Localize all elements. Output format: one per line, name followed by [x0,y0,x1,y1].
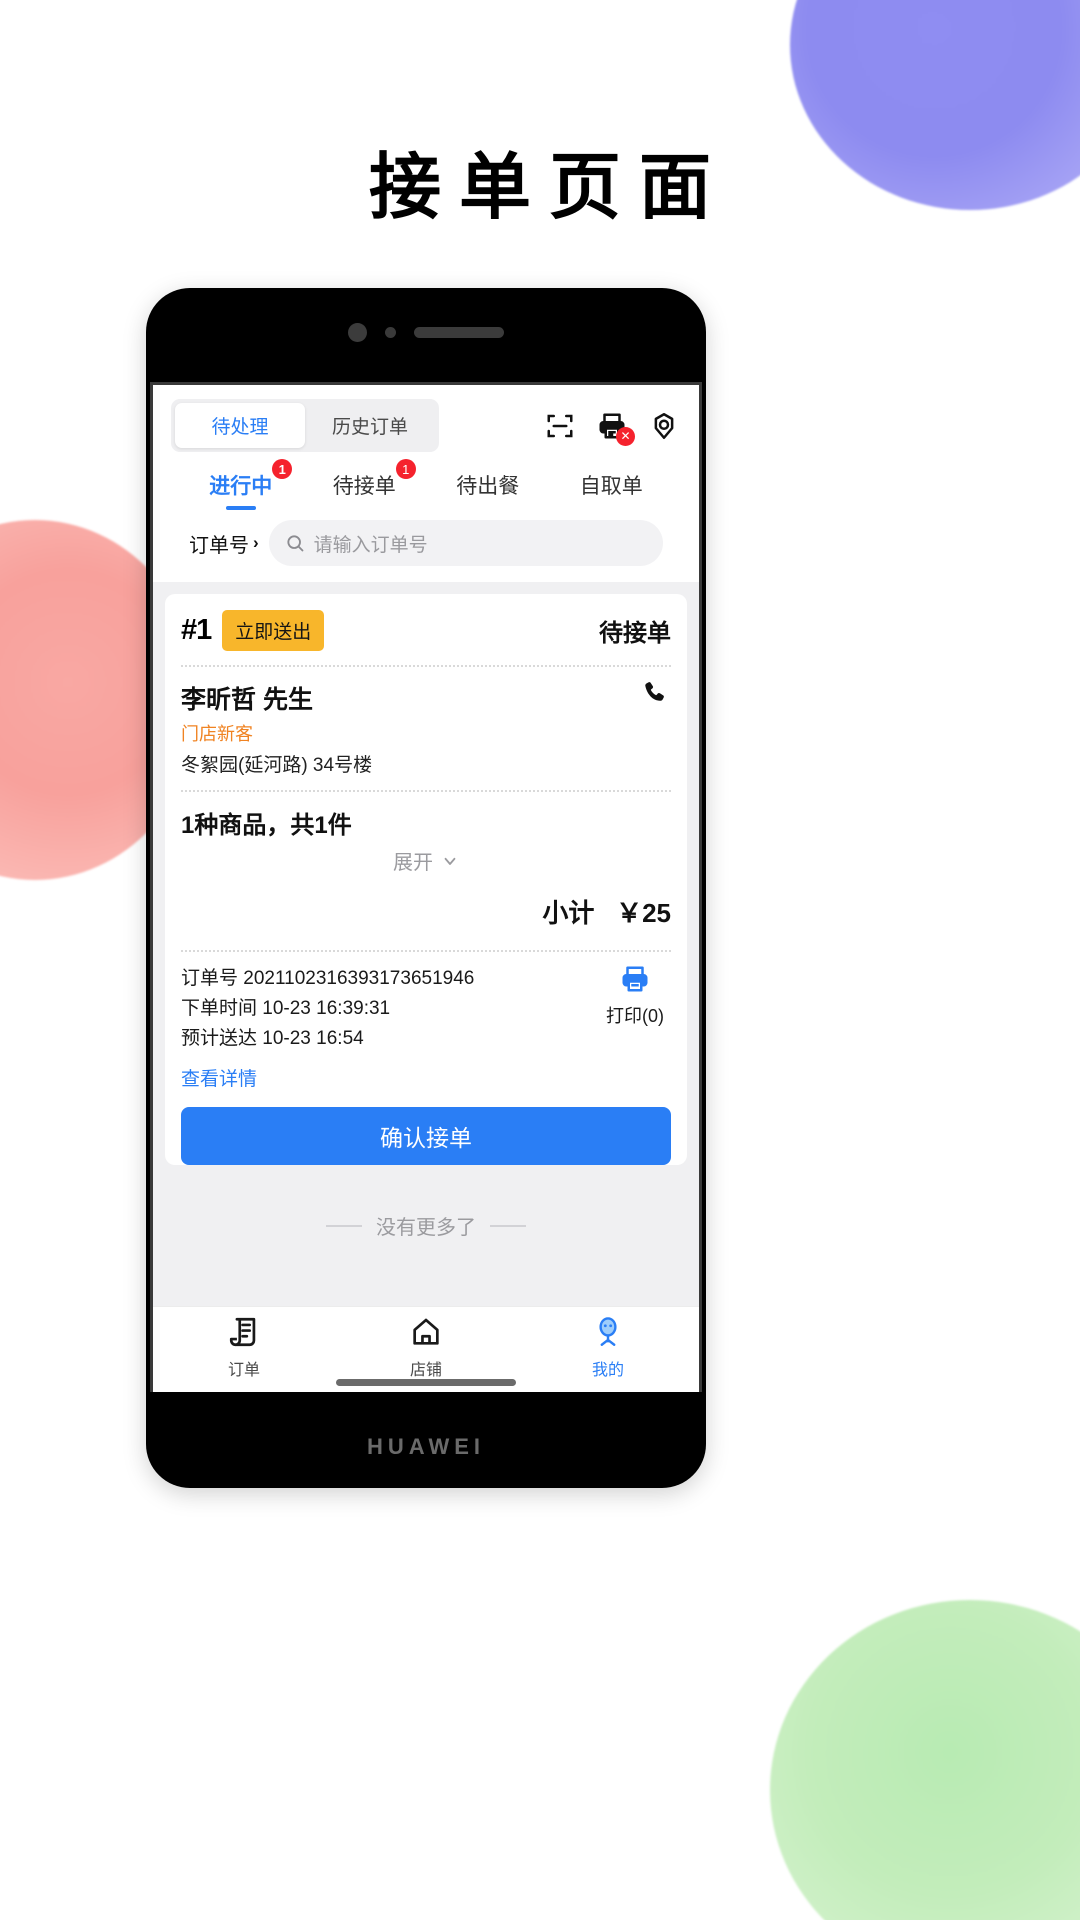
receipt-icon [229,1317,256,1347]
order-number-line: 订单号 2021102316393173651946 [181,968,475,989]
tab-pending-accept-label: 待接单 1 [333,459,416,500]
nav-orders-label: 订单 [227,1362,260,1379]
search-icon [287,535,304,552]
phone-screen: 待处理 历史订单 ✕ 进行中 1 待接单 1 待出餐 自取单 订单号 › 请输入… [150,382,702,1392]
order-status-tabs: 进行中 1 待接单 1 待出餐 自取单 [171,452,681,514]
home-icon [413,1318,439,1345]
printer-error-badge: ✕ [616,426,635,446]
phone-sensor-row [146,320,706,344]
no-more-line-right [490,1224,526,1227]
goods-section: 1种商品，共1件 展开 小计 ￥25 [181,792,671,950]
search-key-selector[interactable]: 订单号 › [189,529,259,558]
no-more-line-left [326,1224,362,1227]
order-time-line: 下单时间 10-23 16:39:31 [181,998,391,1020]
print-icon [622,966,648,992]
order-sequence-number: #1 [181,614,212,646]
view-detail-link[interactable]: 查看详情 [181,1064,257,1091]
order-meta-section: 订单号 2021102316393173651946 下单时间 10-23 16… [181,952,671,1101]
segment-pending[interactable]: 待处理 [175,403,305,448]
home-indicator[interactable] [336,1379,516,1386]
nav-item-mine[interactable]: 我的 [517,1315,699,1380]
person-icon [599,1317,617,1346]
goods-summary: 1种商品，共1件 [181,812,352,839]
phone-mockup: 待处理 历史订单 ✕ 进行中 1 待接单 1 待出餐 自取单 订单号 › 请输入… [146,288,706,1488]
nav-item-orders[interactable]: 订单 [153,1315,335,1380]
print-label: 打印(0) [606,1006,664,1026]
confirm-accept-button[interactable]: 确认接单 [181,1107,671,1166]
send-now-badge: 立即送出 [222,610,325,651]
nav-mine-label: 我的 [591,1362,624,1379]
device-brand-label: HUAWEI [367,1434,485,1459]
print-button[interactable]: 打印(0) [599,964,671,1028]
tab-pending-meal-label: 待出餐 [456,475,520,498]
chevron-down-icon [444,857,456,865]
goods-expand-toggle[interactable]: 展开 [181,846,671,875]
tab-pending-meal[interactable]: 待出餐 [426,470,550,514]
earpiece-speaker [414,326,504,338]
customer-section: 李昕哲 先生 门店新客 冬絮园(延河路) 34号楼 [181,667,671,790]
phone-call-icon[interactable] [641,679,669,712]
customer-address: 冬絮园(延河路) 34号楼 [181,755,373,776]
tab-self-pickup-label: 自取单 [579,475,643,498]
customer-name: 李昕哲 先生 [181,686,313,714]
customer-tag: 门店新客 [181,724,253,744]
order-card: #1 立即送出 待接单 李昕哲 先生 门店新客 冬絮园(延河路) 34号楼 1种… [165,594,687,1166]
bottom-navigation: 订单 店铺 我的 [153,1306,699,1392]
tab-pending-accept-badge: 1 [395,459,416,479]
page-title: 接单页面 [368,145,729,229]
tab-in-progress[interactable]: 进行中 1 [179,459,303,514]
header-icon-group: ✕ [545,411,681,446]
order-list: #1 立即送出 待接单 李昕哲 先生 门店新客 冬絮园(延河路) 34号楼 1种… [153,582,699,1392]
settings-icon[interactable] [649,411,679,441]
nav-item-store[interactable]: 店铺 [335,1315,517,1380]
subtotal-value: ￥25 [616,898,671,928]
no-more-row: 没有更多了 [165,1183,687,1240]
front-camera-icon [348,322,367,342]
no-more-label: 没有更多了 [376,1217,476,1240]
sensor-icon [385,326,396,338]
segmented-control[interactable]: 待处理 历史订单 [171,399,439,452]
app-header: 待处理 历史订单 ✕ 进行中 1 待接单 1 待出餐 自取单 订单号 › 请输入… [153,385,699,582]
subtotal-row: 小计 ￥25 [181,875,671,944]
goods-expand-label: 展开 [393,852,433,874]
header-row: 待处理 历史订单 ✕ [171,399,681,452]
scan-icon[interactable] [545,411,575,441]
printer-icon[interactable]: ✕ [597,411,635,446]
tab-self-pickup[interactable]: 自取单 [550,470,674,514]
chevron-right-icon: › [253,533,259,552]
search-row: 订单号 › 请输入订单号 [171,514,681,582]
order-eta-line: 预计送达 10-23 16:54 [181,1028,364,1050]
page-root: 接单页面 待处理 历史订单 ✕ 进行中 1 待接单 1 待出餐 自取单 订单号 … [0,0,1080,1920]
subtotal-label: 小计 [542,898,595,928]
search-placeholder: 请输入订单号 [313,534,428,556]
decor-blob-green [770,1600,1080,1920]
search-key-label: 订单号 [189,534,249,557]
tab-in-progress-badge: 1 [272,459,293,479]
search-input[interactable]: 请输入订单号 [268,520,663,566]
tab-in-progress-label: 进行中 1 [209,459,293,500]
tab-active-underline [225,506,256,510]
tab-pending-accept[interactable]: 待接单 1 [303,459,427,514]
nav-store-label: 店铺 [409,1362,442,1379]
order-card-header: #1 立即送出 待接单 [181,594,671,665]
order-status-label: 待接单 [599,620,671,647]
segment-history[interactable]: 历史订单 [305,403,435,448]
